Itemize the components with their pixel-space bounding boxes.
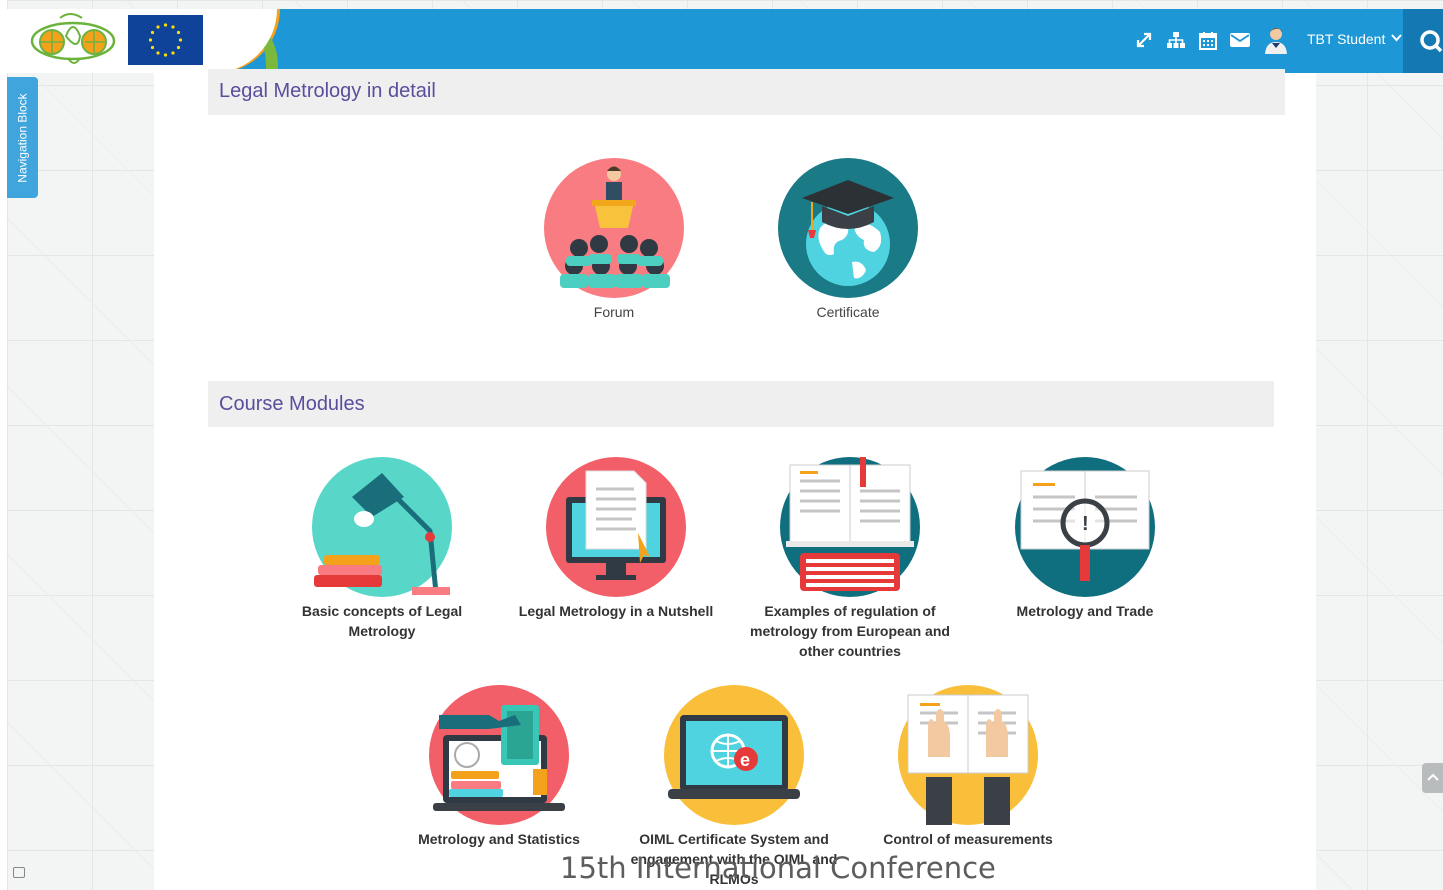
calendar-icon[interactable] <box>1198 30 1218 50</box>
navigation-block-label: Navigation Block <box>15 92 30 183</box>
dock-block-icon[interactable] <box>13 867 25 878</box>
section-header-modules: Course Modules <box>208 381 1274 427</box>
tile-module-examples-regulation[interactable]: Examples of regulation of metrology from… <box>745 457 955 661</box>
eu-flag-icon <box>128 15 203 65</box>
tile-label: Control of measurements <box>883 831 1053 847</box>
tile-label: Metrology and Statistics <box>418 831 580 847</box>
search-button[interactable] <box>1403 9 1443 73</box>
section-header-detail: Legal Metrology in detail <box>208 69 1285 115</box>
monitor-globe-icon: e <box>664 685 804 825</box>
section-title: Legal Metrology in detail <box>219 79 436 102</box>
tile-label: Forum <box>593 304 635 320</box>
book-keyboard-icon <box>780 457 920 597</box>
envelope-icon[interactable] <box>1230 30 1250 50</box>
chevron-up-icon <box>1427 773 1439 781</box>
conference-overlay-text: 15th International Conference <box>560 851 996 885</box>
search-icon <box>1420 30 1443 53</box>
tile-module-basic-concepts[interactable]: Basic concepts of Legal Metrology <box>277 457 487 641</box>
laptop-books-icon <box>429 685 569 825</box>
header-icon-group <box>1134 26 1290 54</box>
hands-book-icon <box>898 685 1038 825</box>
tile-label: Metrology and Trade <box>1016 603 1154 619</box>
tile-module-statistics[interactable]: Metrology and Statistics <box>394 685 604 849</box>
book-magnifier-icon: ! <box>1015 457 1155 597</box>
svg-text:e: e <box>740 750 750 770</box>
tile-certificate[interactable]: Certificate <box>743 158 953 322</box>
forum-lecture-icon <box>544 158 684 298</box>
chevron-down-icon <box>1391 34 1402 42</box>
tile-label: Legal Metrology in a Nutshell <box>518 603 714 619</box>
desk-lamp-books-icon <box>312 457 452 597</box>
tile-label: Examples of regulation of metrology from… <box>750 603 950 659</box>
sitemap-icon[interactable] <box>1166 30 1186 50</box>
navigation-block-tab[interactable]: Navigation Block <box>7 77 38 198</box>
tile-label: Certificate <box>816 304 880 320</box>
user-menu[interactable]: TBT Student <box>1307 31 1402 47</box>
section-title: Course Modules <box>219 392 365 415</box>
expand-icon[interactable] <box>1134 30 1154 50</box>
scroll-to-top-button[interactable] <box>1422 763 1443 793</box>
tile-module-nutshell[interactable]: Legal Metrology in a Nutshell <box>511 457 721 621</box>
tile-module-control-measurements[interactable]: Control of measurements <box>863 685 1073 849</box>
user-avatar-icon[interactable] <box>1262 26 1290 54</box>
left-edge <box>0 0 7 890</box>
tile-forum[interactable]: Forum <box>509 158 719 322</box>
tile-module-trade[interactable]: ! Metrology and Trade <box>980 457 1190 621</box>
graduation-globe-icon <box>778 158 918 298</box>
svg-text:!: ! <box>1082 513 1089 535</box>
tile-label: Basic concepts of Legal Metrology <box>301 603 463 639</box>
monitor-document-icon <box>546 457 686 597</box>
cap-logo-icon[interactable] <box>30 12 116 70</box>
user-name-label: TBT Student <box>1307 31 1386 47</box>
